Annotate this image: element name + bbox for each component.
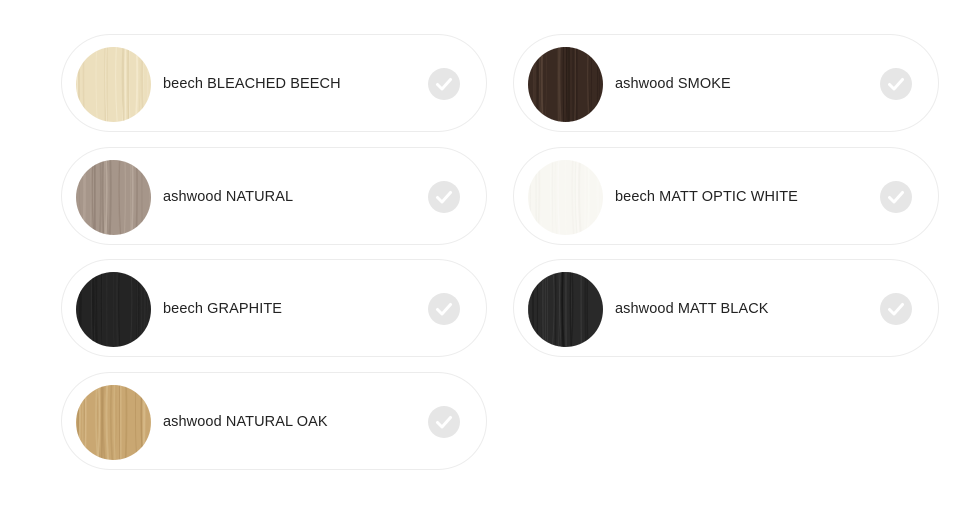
check-icon[interactable]	[428, 181, 460, 213]
finish-options-grid: beech BLEACHED BEECH ashwood SMOKE ashwo…	[0, 0, 966, 511]
finish-label: ashwood MATT BLACK	[615, 301, 769, 317]
wood-swatch-matt-optic-white	[528, 160, 603, 235]
finish-label: beech GRAPHITE	[163, 301, 283, 317]
finish-label: ashwood NATURAL	[163, 189, 294, 205]
finish-option-natural-oak[interactable]: ashwood NATURAL OAK	[61, 372, 487, 470]
check-icon[interactable]	[428, 406, 460, 438]
finish-label: ashwood SMOKE	[615, 76, 731, 92]
check-icon[interactable]	[428, 68, 460, 100]
finish-option-graphite[interactable]: beech GRAPHITE	[61, 259, 487, 357]
wood-swatch-matt-black	[528, 272, 603, 347]
check-icon[interactable]	[880, 293, 912, 325]
wood-swatch-graphite	[76, 272, 151, 347]
finish-option-smoke[interactable]: ashwood SMOKE	[513, 34, 939, 132]
wood-swatch-bleached-beech	[76, 47, 151, 122]
wood-swatch-ashwood-natural	[76, 160, 151, 235]
check-icon[interactable]	[880, 181, 912, 213]
check-icon[interactable]	[880, 68, 912, 100]
finish-option-matt-optic-white[interactable]: beech MATT OPTIC WHITE	[513, 147, 939, 245]
finish-option-matt-black[interactable]: ashwood MATT BLACK	[513, 259, 939, 357]
finish-label: ashwood NATURAL OAK	[163, 414, 328, 430]
finish-option-bleached-beech[interactable]: beech BLEACHED BEECH	[61, 34, 487, 132]
check-icon[interactable]	[428, 293, 460, 325]
wood-swatch-smoke	[528, 47, 603, 122]
finish-option-ashwood-natural[interactable]: ashwood NATURAL	[61, 147, 487, 245]
finish-label: beech MATT OPTIC WHITE	[615, 189, 798, 205]
wood-swatch-natural-oak	[76, 385, 151, 460]
finish-label: beech BLEACHED BEECH	[163, 76, 341, 92]
